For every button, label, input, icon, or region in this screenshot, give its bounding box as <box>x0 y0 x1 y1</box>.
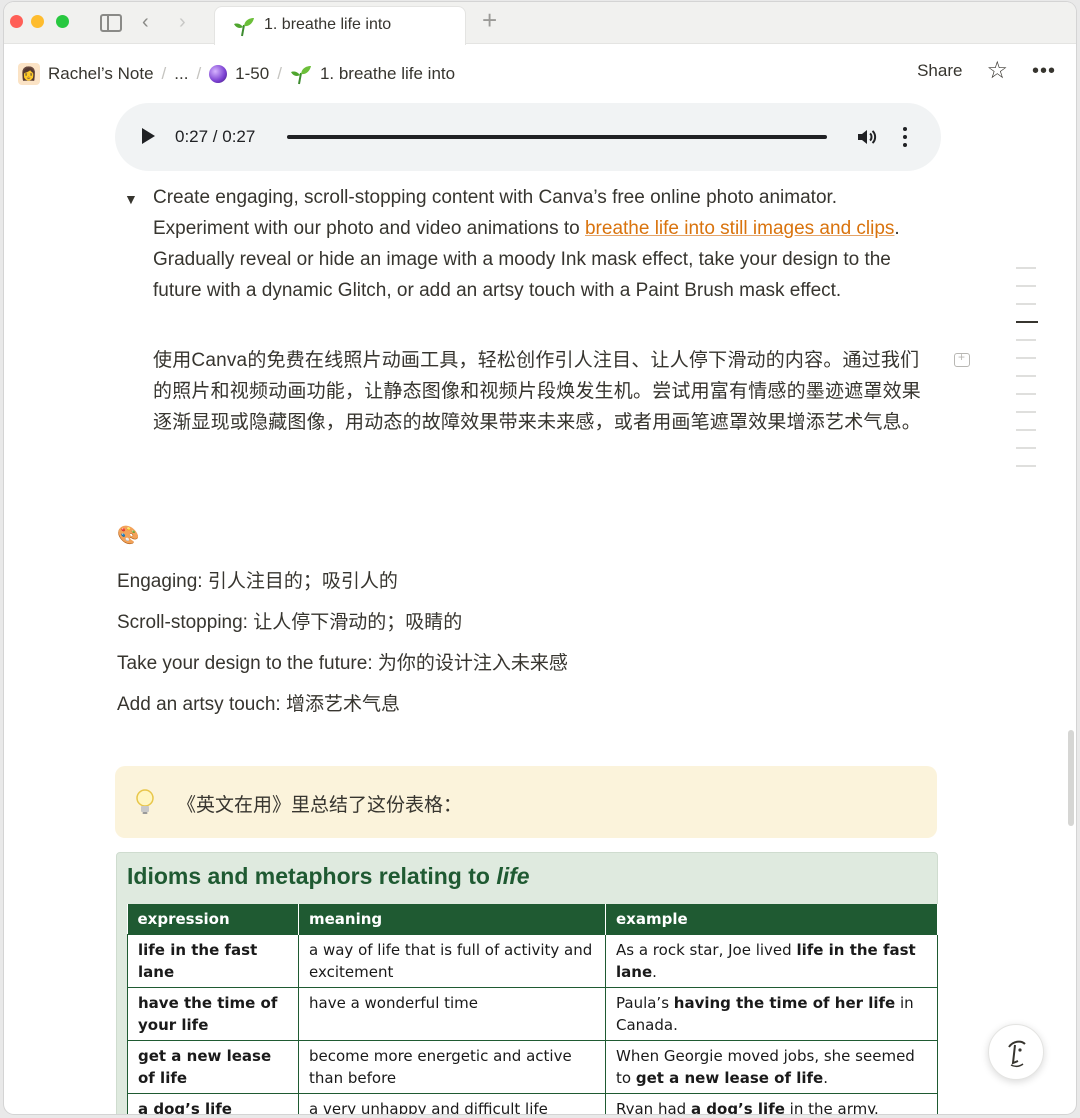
idioms-title: Idioms and metaphors relating to life <box>127 863 530 890</box>
more-options-icon[interactable]: ••• <box>1032 61 1056 81</box>
minimize-window-button[interactable] <box>31 15 44 28</box>
tab-bar: ‹ › 1. breathe life into + <box>4 2 1076 45</box>
glossary-line: Scroll-stopping: 让人停下滑动的；吸睛的 <box>117 612 463 633</box>
glossary-line: Engaging: 引人注目的；吸引人的 <box>117 571 398 592</box>
parent-label: 1-50 <box>235 64 270 83</box>
example-idiom: having the time of her life <box>673 993 896 1012</box>
glossary-line: Add an artsy touch: 增添艺术气息 <box>117 694 400 715</box>
glossary-line: Take your design to the future: 为你的设计注入未… <box>117 653 568 674</box>
table-row: get a new lease of life become more ener… <box>127 1039 938 1094</box>
toggle-chinese-text: 使用Canva的免费在线照片动画工具，轻松创作引人注目、让人停下滑动的内容。通过… <box>153 350 922 433</box>
column-header-example: example <box>605 904 938 934</box>
example-cell: Ryan had a dog’s life in the army. <box>605 1092 938 1115</box>
current-label: 1. breathe life into <box>319 64 456 83</box>
example-cell: As a rock star, Joe lived life in the fa… <box>605 933 938 988</box>
breadcrumb: 👩 Rachel’s Note / ... / 1-50 / 1. breath… <box>18 63 455 85</box>
example-text: As a rock star, Joe lived <box>616 940 797 959</box>
example-text: Ryan had <box>616 1099 691 1115</box>
new-tab-icon[interactable]: + <box>482 7 497 33</box>
callout-block: 《英文在用》里总结了这份表格： <box>115 766 937 838</box>
favorite-star-icon[interactable]: ☆ <box>986 59 1008 83</box>
share-button[interactable]: Share <box>917 61 962 81</box>
crystal-ball-icon <box>209 65 228 83</box>
audio-time: 0:27 / 0:27 <box>175 127 256 146</box>
breathe-life-link[interactable]: breathe life into still images and clips <box>585 218 894 239</box>
ai-face-icon <box>1008 1040 1026 1068</box>
toggle-english-text: Create engaging, scroll-stopping content… <box>153 182 938 306</box>
breadcrumb-workspace[interactable]: 👩 Rachel’s Note <box>18 63 154 85</box>
seedling-icon <box>234 18 254 37</box>
meaning-cell: have a wonderful time <box>298 986 606 1041</box>
example-idiom: get a new lease of life <box>635 1068 824 1087</box>
idioms-title-emphasis: life <box>496 863 530 889</box>
seedling-icon <box>290 66 311 85</box>
example-idiom: a dog’s life <box>690 1099 785 1115</box>
workspace-avatar-icon: 👩 <box>18 63 40 85</box>
idioms-title-prefix: Idioms and metaphors relating to <box>127 863 497 889</box>
meaning-cell: a way of life that is full of activity a… <box>298 933 606 988</box>
example-text: . <box>652 962 657 981</box>
add-comment-icon[interactable] <box>954 350 970 367</box>
tab-current-page[interactable]: 1. breathe life into <box>214 6 466 45</box>
artist-palette-icon: 🎨 <box>117 525 140 545</box>
audio-progress-track[interactable] <box>287 135 827 139</box>
example-cell: Paula’s having the time of her life in C… <box>605 986 938 1041</box>
idioms-table-image: Idioms and metaphors relating to life ex… <box>116 852 938 1114</box>
callout-text: 《英文在用》里总结了这份表格： <box>177 795 463 816</box>
idioms-table: expression meaning example life in the f… <box>127 904 938 1114</box>
ai-assistant-button[interactable] <box>988 1024 1044 1080</box>
page-content: 0:27 / 0:27 ▼ Create engaging, scroll-st… <box>4 101 1076 1114</box>
table-of-contents-minimap[interactable] <box>1016 267 1040 483</box>
expression-cell: have the time of your life <box>127 986 299 1041</box>
example-text: . <box>823 1068 828 1087</box>
table-row: have the time of your life have a wonder… <box>127 986 938 1041</box>
expression-cell: life in the fast lane <box>127 933 299 988</box>
column-header-expression: expression <box>127 904 299 934</box>
app-window: ‹ › 1. breathe life into + 👩 Rachel’s No… <box>4 2 1076 1114</box>
breadcrumb-separator: / <box>161 64 167 83</box>
table-row: a dog’s life a very unhappy and difficul… <box>127 1092 938 1115</box>
meaning-cell: become more energetic and active than be… <box>298 1039 606 1094</box>
forward-arrow-icon[interactable]: › <box>179 10 186 34</box>
volume-icon[interactable] <box>855 125 879 149</box>
breadcrumb-separator: / <box>277 64 282 83</box>
expression-cell: get a new lease of life <box>127 1039 299 1094</box>
back-arrow-icon[interactable]: ‹ <box>142 10 149 34</box>
example-cell: When Georgie moved jobs, she seemed to g… <box>605 1039 938 1094</box>
scrollbar-thumb[interactable] <box>1068 730 1074 826</box>
table-row: life in the fast lane a way of life that… <box>127 933 938 988</box>
lightbulb-icon <box>136 789 154 814</box>
breadcrumb-separator: / <box>196 64 202 83</box>
audio-more-icon[interactable] <box>903 127 907 147</box>
example-text: Paula’s <box>616 993 674 1012</box>
meaning-cell: a very unhappy and difficult life <box>298 1092 606 1114</box>
breadcrumb-ellipsis[interactable]: ... <box>174 64 188 84</box>
audio-player: 0:27 / 0:27 <box>115 103 941 171</box>
header-actions: Share ☆ ••• <box>917 59 1056 83</box>
tab-title: 1. breathe life into <box>264 16 392 33</box>
play-icon[interactable] <box>142 128 155 144</box>
column-header-meaning: meaning <box>298 904 606 934</box>
workspace-label: Rachel’s Note <box>48 64 154 83</box>
toggle-triangle-icon[interactable]: ▼ <box>124 191 138 207</box>
breadcrumb-parent[interactable]: 1-50 <box>209 64 269 84</box>
breadcrumb-current[interactable]: 1. breathe life into <box>290 63 455 85</box>
example-text: in the army. <box>784 1099 879 1115</box>
page-header: 👩 Rachel’s Note / ... / 1-50 / 1. breath… <box>4 45 1076 101</box>
maximize-window-button[interactable] <box>56 15 69 28</box>
expression-cell: a dog’s life <box>127 1092 299 1114</box>
sidebar-toggle-icon[interactable] <box>100 14 122 32</box>
close-window-button[interactable] <box>10 15 23 28</box>
